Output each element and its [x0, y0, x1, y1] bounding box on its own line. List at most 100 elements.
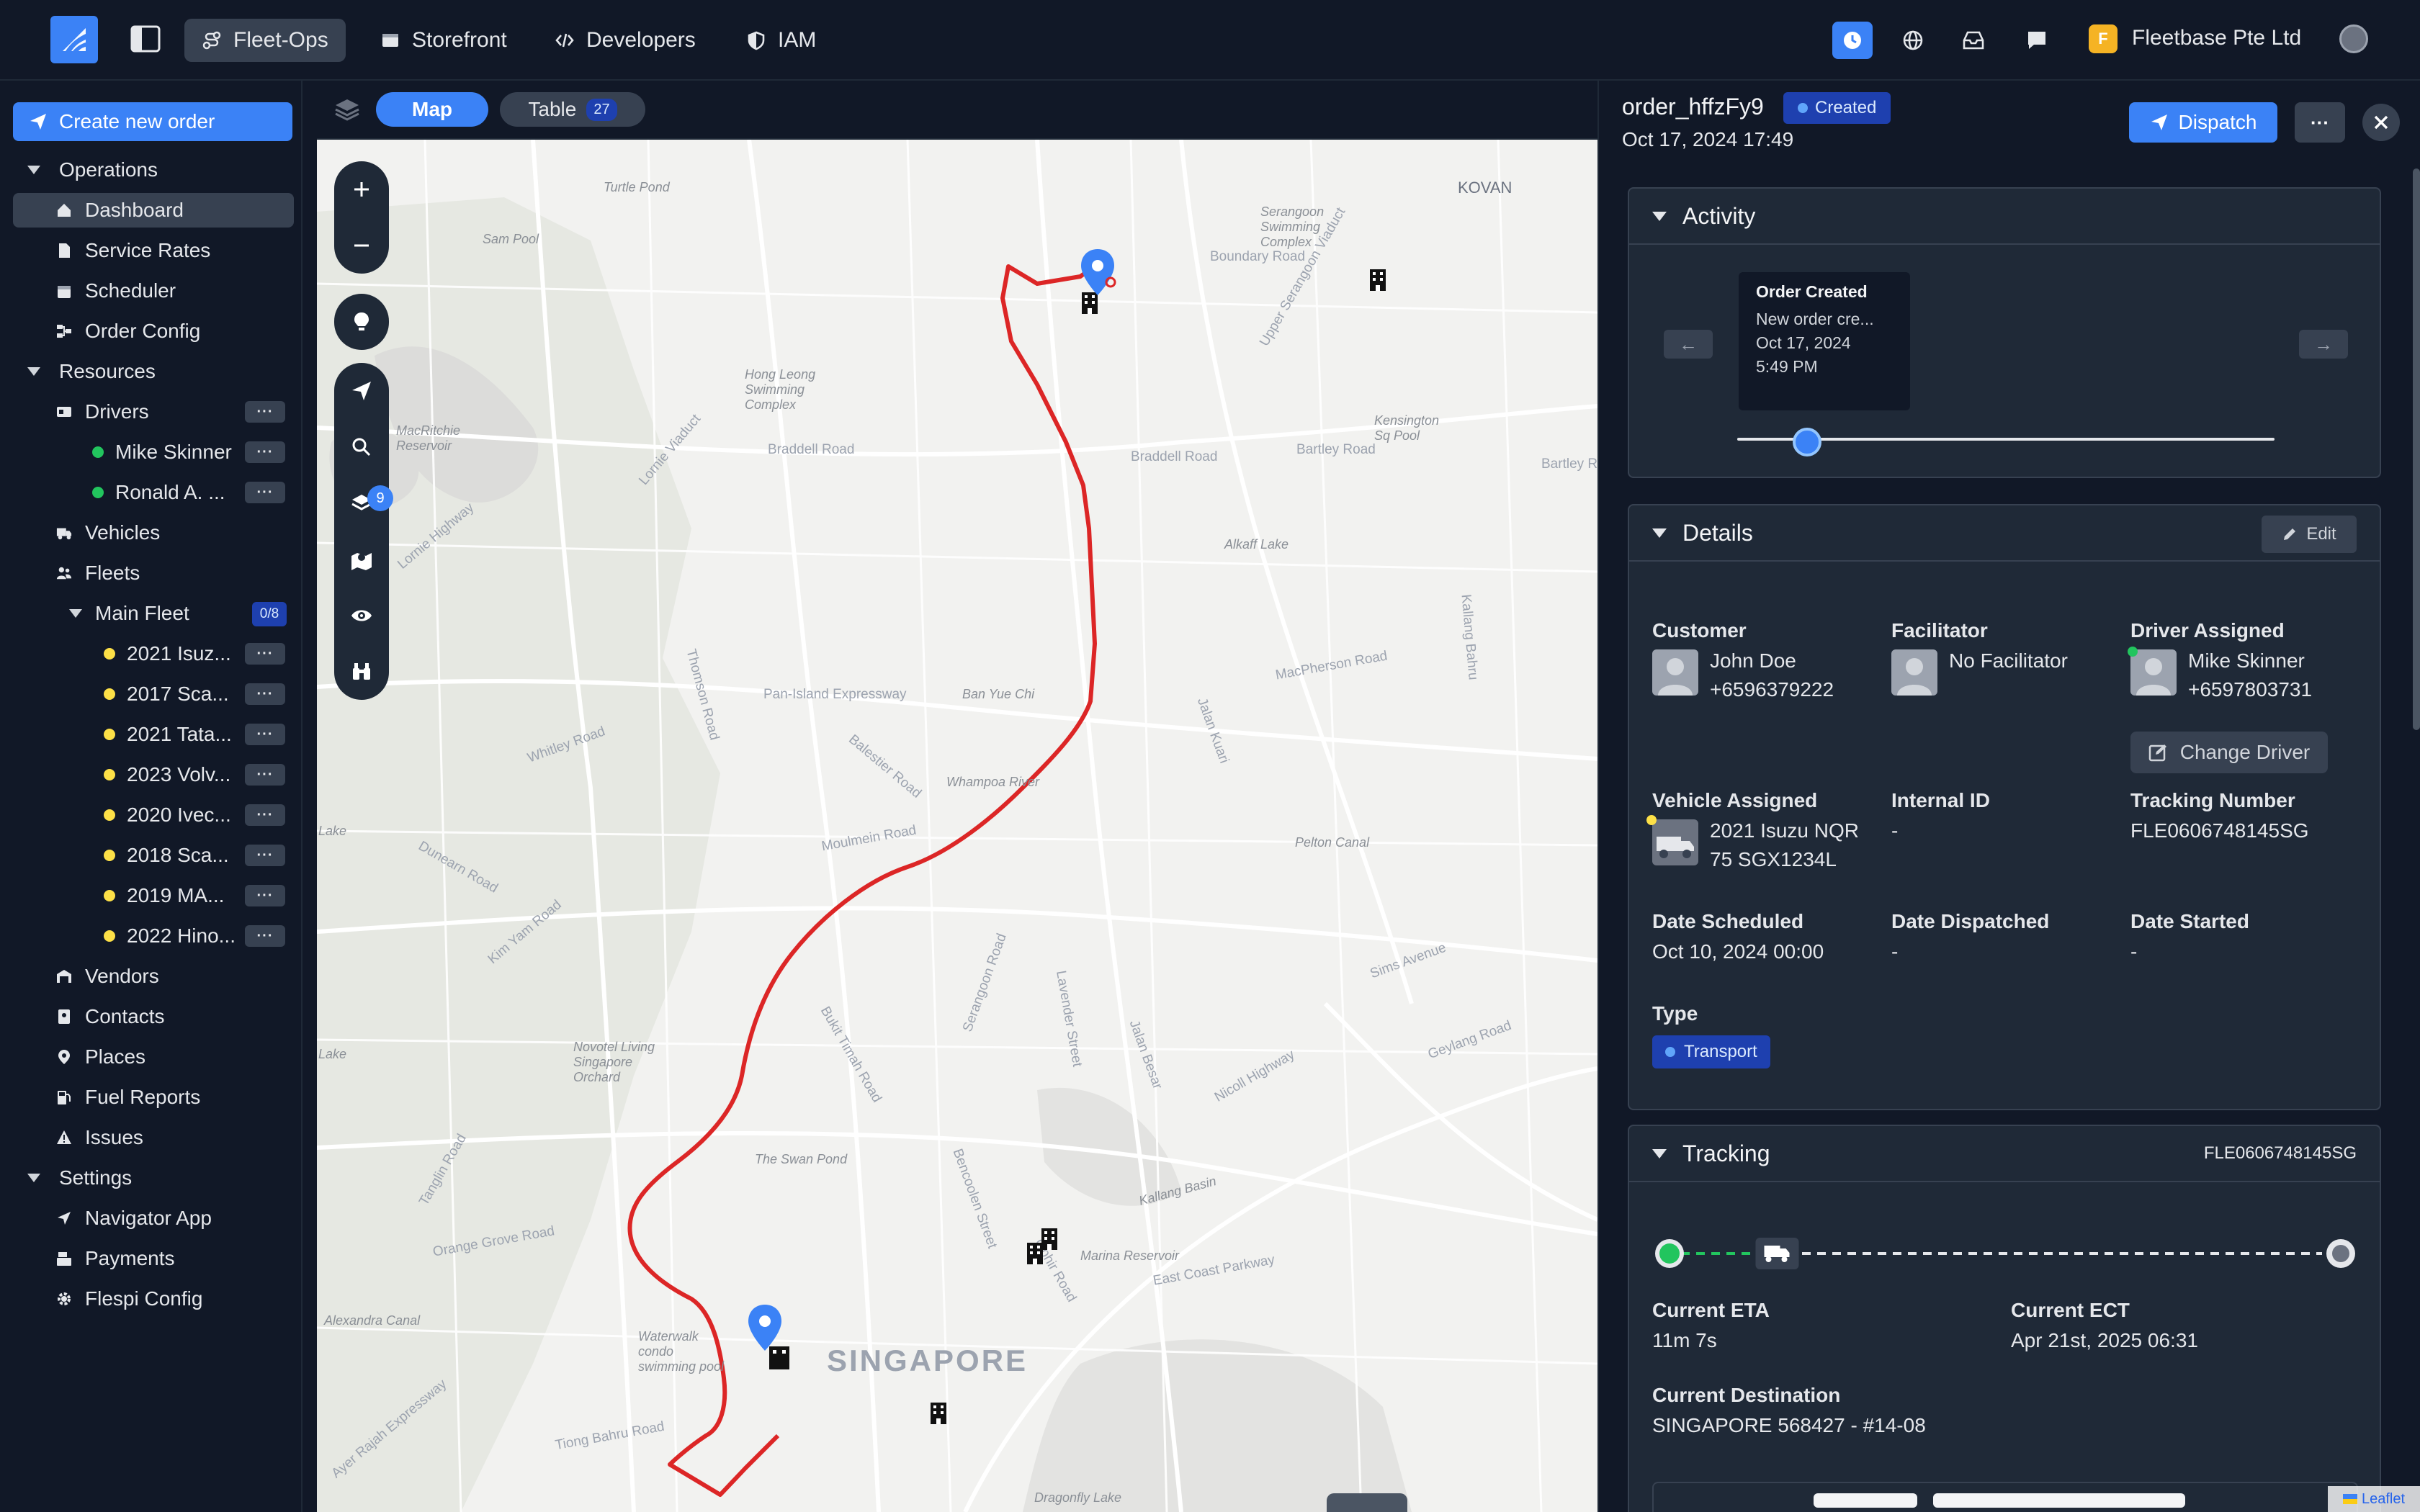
section-operations[interactable]: Operations: [27, 153, 158, 187]
sidebar-item-fuel-reports[interactable]: Fuel Reports: [56, 1080, 200, 1115]
sidebar-toggle-button[interactable]: [130, 24, 161, 53]
fleetbase-logo[interactable]: [50, 16, 98, 63]
sidebar-item-driver[interactable]: Ronald A. ...: [92, 475, 225, 510]
binoculars-button[interactable]: [334, 644, 389, 700]
activity-timeline-thumb[interactable]: [1792, 428, 1821, 456]
building-icon[interactable]: [929, 1401, 948, 1426]
sidebar-item-payments[interactable]: Payments: [56, 1241, 175, 1276]
tab-fleet-ops[interactable]: Fleet-Ops: [184, 19, 346, 62]
layer-count-badge: 9: [367, 485, 393, 511]
tab-developers[interactable]: Developers: [537, 19, 713, 62]
sidebar-item-vehicles[interactable]: Vehicles: [56, 516, 160, 550]
fleet-vehicle-more-button[interactable]: ···: [245, 643, 285, 665]
search-map-button[interactable]: [334, 419, 389, 475]
section-resources[interactable]: Resources: [27, 354, 156, 389]
user-avatar[interactable]: [2339, 24, 2368, 53]
sidebar-item-fleet-vehicle[interactable]: 2019 MA...: [104, 878, 224, 913]
zoom-in-button[interactable]: [334, 161, 389, 217]
person-silhouette-icon: [1897, 658, 1932, 696]
dropoff-marker-icon[interactable]: [746, 1303, 784, 1354]
subsection-button[interactable]: [1814, 1493, 1917, 1508]
sidebar-item-navigator-app[interactable]: Navigator App: [56, 1201, 212, 1236]
sidebar-item-contacts[interactable]: Contacts: [56, 999, 165, 1034]
sidebar-item-label: Main Fleet: [95, 602, 189, 624]
activity-next-button[interactable]: →: [2299, 330, 2348, 359]
panel-scrollbar[interactable]: [2413, 168, 2420, 730]
driver-more-button[interactable]: ···: [245, 441, 285, 463]
sidebar-item-issues[interactable]: Issues: [56, 1120, 143, 1155]
zoom-out-button[interactable]: [334, 217, 389, 274]
locate-button[interactable]: [334, 294, 389, 350]
sidebar-item-places[interactable]: Places: [56, 1040, 145, 1074]
driver-more-button[interactable]: ···: [245, 482, 285, 503]
subsection-button[interactable]: [1933, 1493, 2185, 1508]
sidebar-item-fleet-vehicle[interactable]: 2021 Isuz...: [104, 636, 231, 671]
chat-button[interactable]: [2017, 22, 2057, 59]
section-settings[interactable]: Settings: [27, 1161, 132, 1195]
lightbulb-icon: [354, 312, 369, 330]
fleet-vehicle-more-button[interactable]: ···: [245, 845, 285, 866]
map-label: Lake: [318, 1047, 347, 1061]
activity-header[interactable]: Activity: [1629, 189, 2380, 245]
tab-map-view[interactable]: Map: [376, 92, 488, 127]
sidebar-item-service-rates[interactable]: Service Rates: [56, 233, 210, 268]
activity-clock-button[interactable]: [1832, 22, 1873, 59]
tab-iam[interactable]: IAM: [729, 19, 833, 62]
tracking-header[interactable]: Tracking FLE0606748145SG: [1629, 1126, 2380, 1182]
tab-table-view[interactable]: Table 27: [500, 92, 645, 127]
org-initial-badge[interactable]: F: [2089, 24, 2118, 53]
eye-icon: [351, 610, 372, 621]
order-detail-panel: order_hffzFy9 Created Oct 17, 2024 17:49…: [1597, 81, 2420, 1512]
sidebar-item-label: 2017 Sca...: [127, 683, 229, 705]
inbox-button[interactable]: [1953, 22, 1994, 59]
map-canvas[interactable]: Turtle Pond Sam Pool Serangoon Swimming …: [317, 140, 1597, 1512]
map-label: Sam Pool: [483, 232, 539, 246]
sidebar-item-fleet-vehicle[interactable]: 2021 Tata...: [104, 717, 232, 752]
close-panel-button[interactable]: [2362, 104, 2400, 141]
map-location-button[interactable]: [334, 531, 389, 588]
sidebar-item-fleet-vehicle[interactable]: 2017 Sca...: [104, 677, 229, 711]
leaflet-attribution[interactable]: Leaflet: [2328, 1486, 2420, 1512]
fleet-vehicle-more-button[interactable]: ···: [245, 764, 285, 786]
dispatch-button[interactable]: Dispatch: [2129, 102, 2277, 143]
details-header[interactable]: Details Edit: [1629, 505, 2380, 562]
tracking-subsection: [1652, 1482, 2358, 1512]
fleet-vehicle-more-button[interactable]: ···: [245, 724, 285, 745]
sidebar-item-dashboard[interactable]: Dashboard: [13, 193, 294, 228]
tab-storefront[interactable]: Storefront: [363, 19, 524, 62]
sidebar-item-order-config[interactable]: Order Config: [56, 314, 200, 348]
sidebar-item-main-fleet[interactable]: Main Fleet: [69, 596, 189, 631]
drawer-handle[interactable]: [1327, 1493, 1407, 1512]
sidebar-item-fleets[interactable]: Fleets: [56, 556, 140, 590]
sidebar-item-scheduler[interactable]: Scheduler: [56, 274, 176, 308]
order-more-button[interactable]: ···: [2295, 102, 2345, 143]
create-new-order-button[interactable]: Create new order: [13, 102, 292, 141]
visibility-button[interactable]: [334, 588, 389, 644]
sidebar-item-fleet-vehicle[interactable]: 2022 Hino...: [104, 919, 236, 953]
fleet-vehicle-more-button[interactable]: ···: [245, 885, 285, 906]
map-label: Hong Leong Swimming Complex: [745, 367, 816, 412]
sidebar-item-fleet-vehicle[interactable]: 2018 Sca...: [104, 838, 229, 873]
building-icon[interactable]: [1368, 268, 1387, 292]
sidebar-item-flespi-config[interactable]: Flespi Config: [56, 1282, 202, 1316]
activity-prev-button[interactable]: ←: [1664, 330, 1713, 359]
sidebar-item-fleet-vehicle[interactable]: 2023 Volv...: [104, 757, 230, 792]
drivers-more-button[interactable]: ···: [245, 401, 285, 423]
sidebar-item-vendors[interactable]: Vendors: [56, 959, 159, 994]
sidebar-item-fleet-vehicle[interactable]: 2020 Ivec...: [104, 798, 231, 832]
layers-toggle-button[interactable]: [333, 95, 362, 124]
org-name[interactable]: Fleetbase Pte Ltd: [2132, 26, 2301, 50]
building-icon[interactable]: [1040, 1227, 1059, 1251]
fleet-vehicle-more-button[interactable]: ···: [245, 925, 285, 947]
edit-details-button[interactable]: Edit: [2262, 516, 2357, 553]
dispatch-tool-button[interactable]: [334, 363, 389, 419]
sidebar-item-drivers[interactable]: Drivers: [56, 395, 149, 429]
fleet-vehicle-more-button[interactable]: ···: [245, 683, 285, 705]
language-button[interactable]: [1893, 22, 1933, 59]
map-layers-button[interactable]: 9: [334, 475, 393, 531]
sidebar-item-label: 2021 Tata...: [127, 723, 232, 745]
sidebar-item-driver[interactable]: Mike Skinner: [92, 435, 232, 469]
change-driver-button[interactable]: Change Driver: [2130, 732, 2328, 773]
fleet-vehicle-more-button[interactable]: ···: [245, 804, 285, 826]
activity-event-card[interactable]: Order Created New order cre... Oct 17, 2…: [1739, 272, 1910, 410]
